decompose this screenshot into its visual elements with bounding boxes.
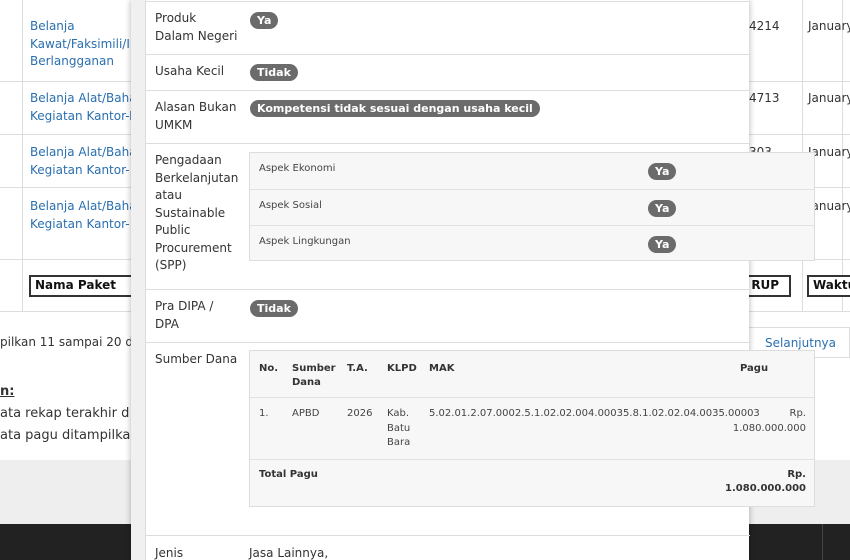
next-page-link[interactable]: Selanjutnya	[765, 336, 836, 350]
cell-ta: 2026	[347, 408, 373, 419]
label-usaha-kecil: Usaha Kecil	[155, 64, 225, 78]
table-row: Aspek Ekonomi Ya	[250, 153, 814, 189]
table-row: Aspek Sosial Ya	[250, 189, 814, 225]
badge-produk-dalam-negeri: Ya	[250, 12, 279, 29]
sumber-dana-table: No. Sumber Dana T.A. KLPD MAK Pagu 1. AP…	[249, 350, 815, 507]
footer-divider	[822, 524, 823, 560]
note-line: ata pagu ditampilka	[0, 428, 131, 443]
note-title: n:	[0, 384, 15, 399]
cell-no: 1.	[259, 408, 269, 419]
aspect-badge: Ya	[648, 236, 677, 253]
column-header-mak: MAK	[429, 363, 455, 374]
spp-aspects-table: Aspek Ekonomi Ya Aspek Sosial Ya Aspek L…	[249, 152, 815, 261]
label-alasan-bukan-umkm: Alasan Bukan UMKM	[155, 100, 237, 132]
column-header-no: No.	[259, 363, 279, 374]
aspect-name: Aspek Ekonomi	[259, 163, 336, 174]
badge-alasan-bukan-umkm: Kompetensi tidak sesuai dengan usaha kec…	[250, 100, 540, 117]
showing-info: pilkan 11 sampai 20 da	[0, 335, 141, 349]
column-header-klpd: KLPD	[387, 363, 417, 374]
aspect-name: Aspek Lingkungan	[259, 236, 351, 247]
modal-body: Produk Dalam Negeri Ya Usaha Kecil Tidak…	[145, 0, 815, 560]
month-cell: January	[808, 19, 850, 33]
cell-mak: 5.02.01.2.07.0002.5.1.02.02.004.00035.8.…	[429, 408, 760, 419]
value-jenis: Jasa Lainnya,	[249, 546, 329, 560]
table-divider	[250, 397, 814, 398]
label-pra-dipa: Pra DIPA / DPA	[155, 299, 214, 331]
column-header-sumber-dana: Sumber Dana	[292, 363, 336, 388]
aspect-name: Aspek Sosial	[259, 200, 322, 211]
rup-code: 4214	[749, 19, 780, 33]
column-header-ta: T.A.	[347, 363, 368, 374]
row-pra-dipa: Pra DIPA / DPA Tidak	[146, 289, 750, 342]
cell-sumber-dana: APBD	[292, 408, 320, 419]
label-jenis: Jenis	[155, 546, 184, 560]
table-divider	[250, 459, 814, 460]
table-row: Aspek Lingkungan Ya	[250, 225, 814, 261]
row-jenis: Jenis Jasa Lainnya,	[146, 535, 750, 560]
cell-klpd: Kab. Batu Bara	[387, 408, 411, 448]
paket-link[interactable]: Belanja Alat/Bahan Kegiatan Kantor-B	[30, 90, 144, 125]
total-pagu-value: Rp. 1.080.000.000	[725, 469, 806, 494]
paket-link[interactable]: Belanja Alat/Bahan Kegiatan Kantor- B	[30, 198, 144, 233]
row-usaha-kecil: Usaha Kecil Tidak	[146, 54, 750, 90]
row-spp: Pengadaan Berkelanjutan atau Sustainable…	[146, 143, 815, 289]
column-header-waktu[interactable]: Waktu	[807, 275, 850, 297]
aspect-badge: Ya	[648, 163, 677, 180]
total-pagu-label: Total Pagu	[259, 469, 318, 480]
label-sumber-dana: Sumber Dana	[155, 352, 238, 366]
column-header-pagu: Pagu	[740, 363, 769, 374]
rup-code: 4713	[749, 91, 780, 105]
cell-pagu: Rp. 1.080.000.000	[732, 408, 806, 434]
label-produk-dalam-negeri: Produk Dalam Negeri	[155, 11, 238, 43]
label-spp: Pengadaan Berkelanjutan atau Sustainable…	[155, 153, 239, 272]
aspect-badge: Ya	[648, 200, 677, 217]
badge-usaha-kecil: Tidak	[250, 64, 298, 81]
row-alasan-bukan-umkm: Alasan Bukan UMKM Kompetensi tidak sesua…	[146, 90, 750, 143]
month-cell: January	[808, 91, 850, 105]
column-header-nama-paket[interactable]: Nama Paket	[29, 275, 139, 297]
row-produk-dalam-negeri: Produk Dalam Negeri Ya	[146, 1, 750, 54]
badge-pra-dipa: Tidak	[250, 300, 298, 317]
paket-link[interactable]: Belanja Alat/Bahan Kegiatan Kantor- B	[30, 144, 144, 179]
detail-modal: Produk Dalam Negeri Ya Usaha Kecil Tidak…	[131, 0, 815, 560]
paket-link[interactable]: Belanja Kawat/Faksimili/In Berlangganan	[30, 18, 138, 71]
note-line: ata rekap terakhir d	[0, 406, 130, 421]
